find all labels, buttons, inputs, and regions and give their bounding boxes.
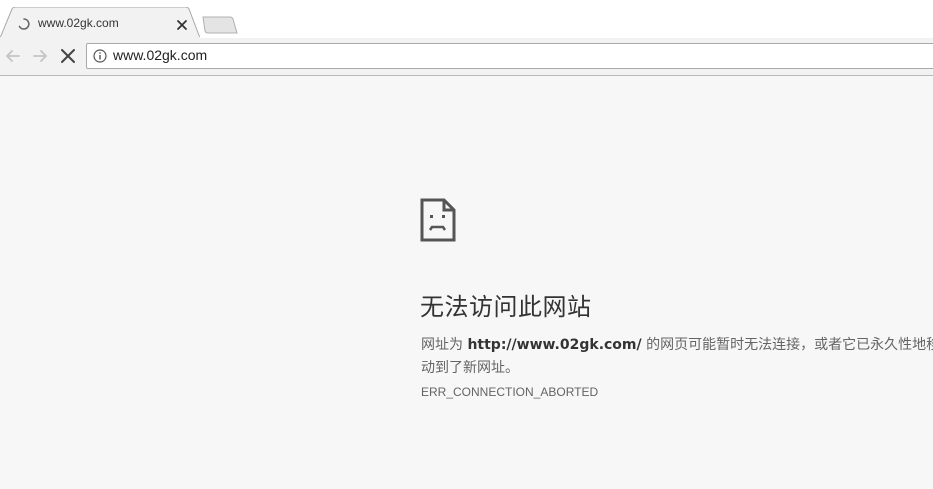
loading-spinner-icon — [18, 18, 30, 30]
forward-arrow-icon[interactable] — [31, 47, 49, 65]
desc-url: http://www.02gk.com/ — [467, 337, 642, 353]
browser-toolbar: www.02gk.com — [0, 38, 933, 76]
error-code: ERR_CONNECTION_ABORTED — [421, 385, 599, 399]
back-arrow-icon[interactable] — [4, 47, 22, 65]
url-text[interactable]: www.02gk.com — [113, 47, 207, 63]
address-bar[interactable]: www.02gk.com — [86, 43, 933, 69]
tab-title: www.02gk.com — [38, 16, 119, 30]
tab-strip: www.02gk.com — [0, 0, 933, 39]
desc-prefix: 网址为 — [421, 337, 468, 353]
new-tab-button[interactable] — [200, 15, 240, 35]
error-heading: 无法访问此网站 — [420, 293, 592, 321]
info-icon[interactable] — [93, 49, 107, 63]
sad-page-icon — [420, 198, 456, 242]
tab-close-icon[interactable] — [175, 18, 189, 32]
error-description: 网址为 http://www.02gk.com/ 的网页可能暂时无法连接，或者它… — [421, 334, 933, 380]
error-page: 无法访问此网站 网址为 http://www.02gk.com/ 的网页可能暂时… — [0, 76, 933, 489]
stop-icon[interactable] — [59, 47, 77, 65]
browser-tab[interactable]: www.02gk.com — [0, 7, 200, 39]
